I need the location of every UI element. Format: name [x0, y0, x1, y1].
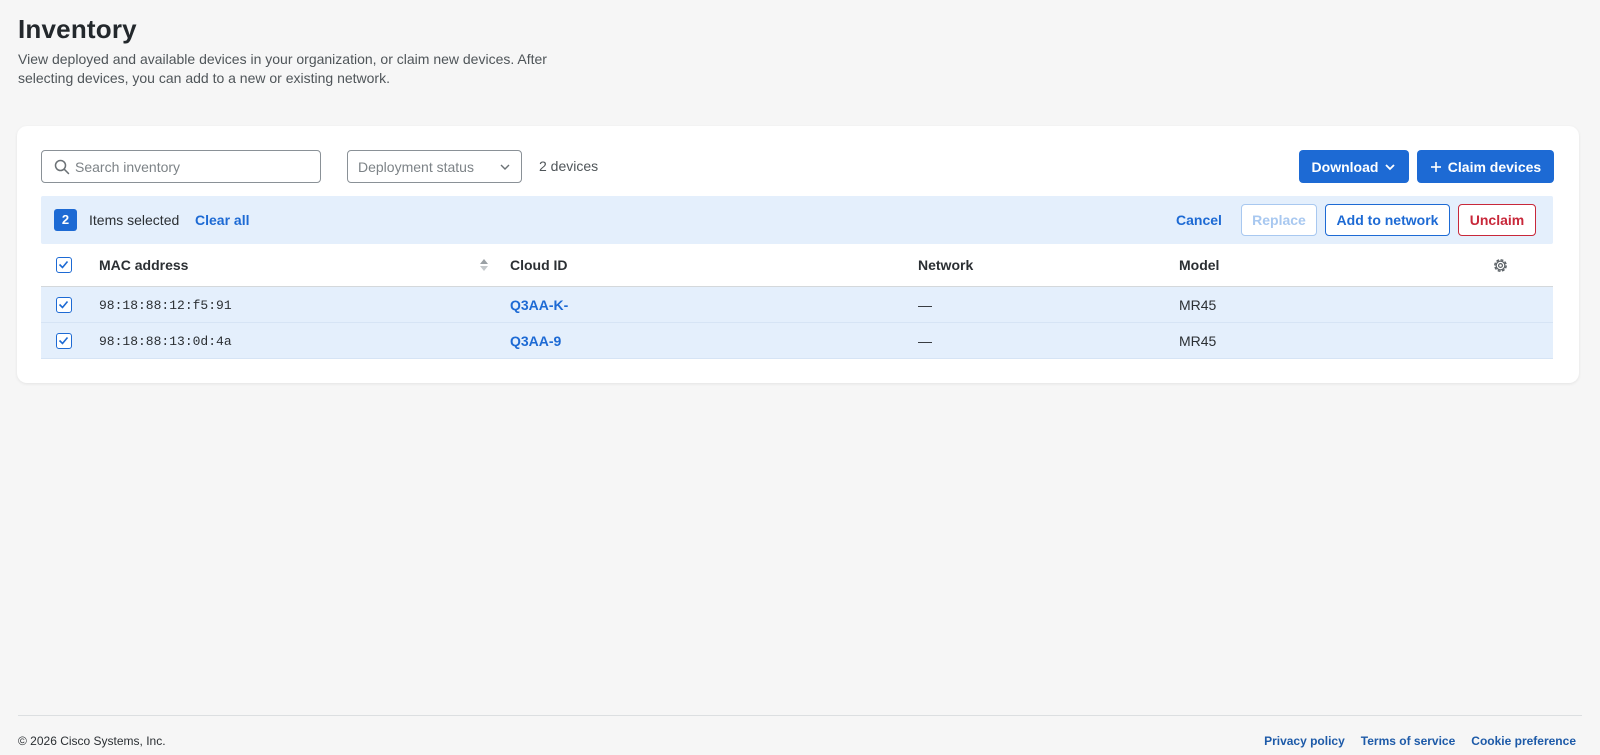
cookie-preference-link[interactable]: Cookie preference [1471, 734, 1576, 748]
items-selected-label: Items selected [89, 212, 180, 228]
unclaim-button[interactable]: Unclaim [1458, 204, 1536, 236]
inventory-table: MAC address Cloud ID Network Model 98:18… [41, 244, 1553, 359]
search-icon [54, 159, 70, 175]
row-checkbox[interactable] [56, 333, 72, 349]
clear-all-link[interactable]: Clear all [195, 212, 249, 228]
footer-links: Privacy policy Terms of service Cookie p… [1264, 734, 1576, 748]
privacy-policy-link[interactable]: Privacy policy [1264, 734, 1345, 748]
select-all-checkbox[interactable] [56, 257, 72, 273]
cancel-link[interactable]: Cancel [1176, 212, 1222, 228]
model-cell: MR45 [1179, 297, 1217, 313]
column-header-mac[interactable]: MAC address [99, 257, 188, 273]
column-header-model[interactable]: Model [1179, 257, 1219, 273]
chevron-down-icon [500, 164, 510, 170]
table-header: MAC address Cloud ID Network Model [41, 244, 1553, 287]
mac-address-cell: 98:18:88:13:0d:4a [99, 334, 232, 349]
add-to-network-button[interactable]: Add to network [1325, 204, 1450, 236]
search-input[interactable] [75, 155, 311, 178]
page-title: Inventory [18, 14, 137, 44]
selected-count-badge: 2 [54, 209, 77, 231]
page-description: View deployed and available devices in y… [18, 51, 547, 86]
deployment-status-label: Deployment status [358, 159, 474, 175]
download-button[interactable]: Download [1299, 150, 1409, 183]
copyright-text: © 2026 Cisco Systems, Inc. [18, 734, 166, 748]
download-label: Download [1311, 158, 1379, 175]
column-header-cloud-id[interactable]: Cloud ID [510, 257, 568, 273]
sort-icon[interactable] [479, 257, 489, 273]
checkmark-icon [58, 336, 69, 345]
terms-of-service-link[interactable]: Terms of service [1361, 734, 1456, 748]
page-header: Inventory View deployed and available de… [18, 14, 588, 88]
model-cell: MR45 [1179, 333, 1217, 349]
checkmark-icon [58, 260, 69, 269]
network-cell: — [918, 333, 932, 349]
footer: © 2026 Cisco Systems, Inc. Privacy polic… [18, 715, 1582, 755]
row-checkbox[interactable] [56, 297, 72, 313]
plus-icon [1430, 161, 1441, 172]
gear-icon[interactable] [1491, 256, 1510, 275]
cloud-id-link[interactable]: Q3AA-K- [510, 297, 568, 313]
mac-address-cell: 98:18:88:12:f5:91 [99, 298, 232, 313]
claim-devices-button[interactable]: Claim devices [1417, 150, 1554, 183]
table-row[interactable]: 98:18:88:12:f5:91 Q3AA-K- — MR45 [41, 287, 1553, 323]
device-count: 2 devices [539, 158, 599, 174]
network-cell: — [918, 297, 932, 313]
table-row[interactable]: 98:18:88:13:0d:4a Q3AA-9 — MR45 [41, 323, 1553, 359]
cloud-id-link[interactable]: Q3AA-9 [510, 333, 561, 349]
column-header-network[interactable]: Network [918, 257, 973, 273]
deployment-status-select[interactable]: Deployment status [347, 150, 522, 183]
replace-button[interactable]: Replace [1241, 204, 1317, 236]
inventory-card: Deployment status 2 devices Download Cla… [17, 126, 1579, 383]
selection-bar: 2 Items selected Clear all Cancel Replac… [41, 196, 1553, 244]
chevron-down-icon [1385, 163, 1396, 170]
claim-devices-label: Claim devices [1447, 158, 1542, 175]
checkmark-icon [58, 300, 69, 309]
toolbar: Deployment status 2 devices Download Cla… [41, 150, 1555, 183]
search-box[interactable] [41, 150, 321, 183]
